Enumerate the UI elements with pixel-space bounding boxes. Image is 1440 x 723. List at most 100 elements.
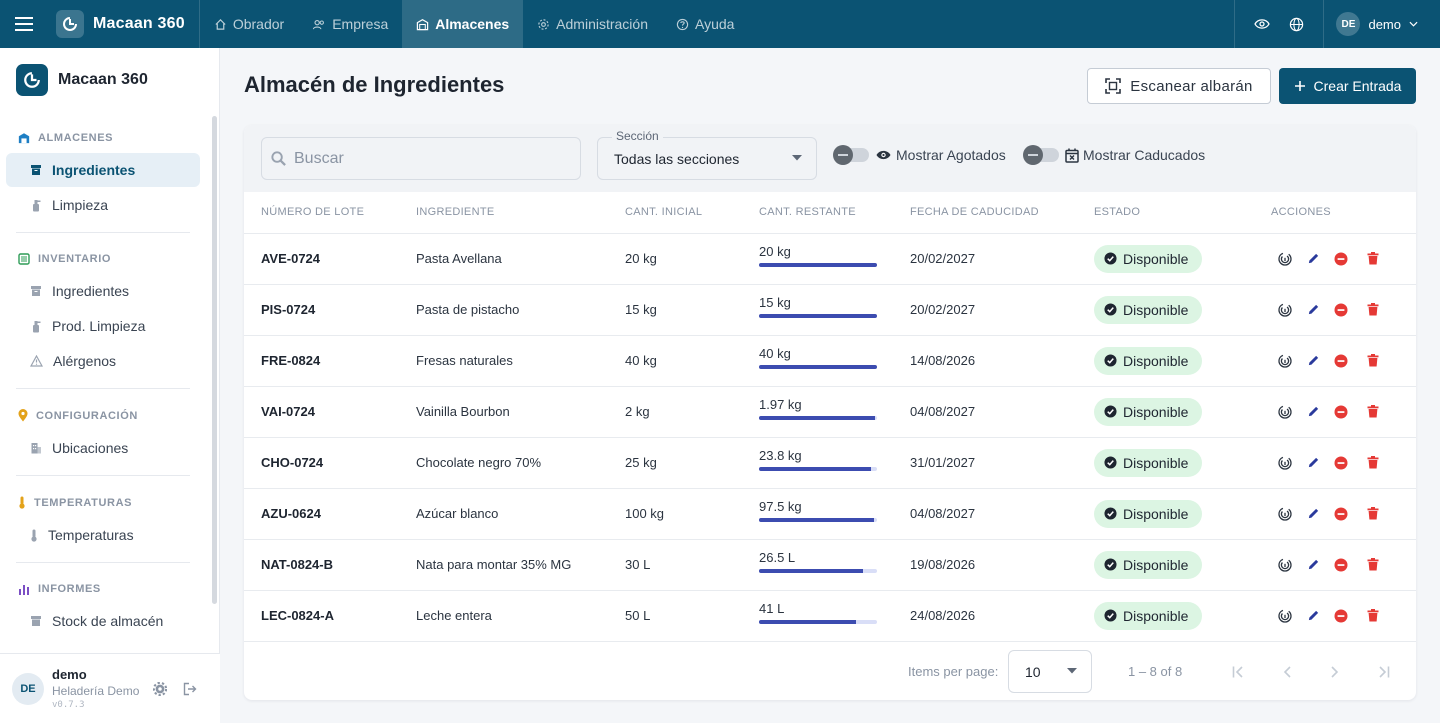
sidebar-brand-name: Macaan 360 <box>58 71 148 88</box>
column-header-remaining-qty[interactable]: CANT. RESTANTE <box>742 192 893 234</box>
out-of-stock-switch[interactable] <box>833 145 869 165</box>
first-page-button[interactable] <box>1225 658 1253 686</box>
user-menu[interactable]: DE demo <box>1323 0 1440 48</box>
first-page-icon <box>1232 666 1243 678</box>
search-box[interactable] <box>261 137 581 180</box>
mark-depleted-button[interactable] <box>1327 449 1355 477</box>
traceability-button[interactable] <box>1271 602 1299 630</box>
mark-depleted-button[interactable] <box>1327 500 1355 528</box>
sidebar-item-alergenos[interactable]: Alérgenos <box>6 344 200 378</box>
status-badge: Disponible <box>1094 448 1203 477</box>
edit-button[interactable] <box>1299 551 1327 579</box>
column-header-actions: ACCIONES <box>1254 192 1416 234</box>
globe-icon[interactable] <box>1279 7 1313 41</box>
menu-icon[interactable] <box>0 0 48 48</box>
nav-obrador[interactable]: Obrador <box>200 0 298 48</box>
edit-button[interactable] <box>1299 398 1327 426</box>
sidebar-item-ingredientes[interactable]: Ingredientes <box>6 153 200 187</box>
edit-button[interactable] <box>1299 602 1327 630</box>
delete-button[interactable] <box>1359 449 1387 477</box>
nav-administracion[interactable]: Administración <box>523 0 662 48</box>
table-row[interactable]: CHO-0724 Chocolate negro 70% 25 kg 23.8 kg 3… <box>244 437 1416 489</box>
search-input[interactable] <box>294 149 564 168</box>
last-page-button[interactable] <box>1369 658 1397 686</box>
traceability-button[interactable] <box>1271 398 1299 426</box>
logout-icon[interactable] <box>176 675 204 703</box>
column-header-expiry[interactable]: FECHA DE CADUCIDAD <box>893 192 1077 234</box>
settings-gear-icon[interactable] <box>146 675 174 703</box>
page-size-select[interactable]: 10 <box>1008 650 1092 693</box>
edit-button[interactable] <box>1299 347 1327 375</box>
toggle-show-expired: Mostrar Caducados <box>1023 145 1205 165</box>
edit-button[interactable] <box>1299 296 1327 324</box>
nav-almacenes[interactable]: Almacenes <box>402 0 524 48</box>
mark-depleted-button[interactable] <box>1327 602 1355 630</box>
check-circle-icon <box>1104 252 1117 265</box>
delete-button[interactable] <box>1359 551 1387 579</box>
expired-switch[interactable] <box>1023 145 1059 165</box>
column-header-status[interactable]: ESTADO <box>1077 192 1254 234</box>
mark-depleted-button[interactable] <box>1327 551 1355 579</box>
traceability-button[interactable] <box>1271 551 1299 579</box>
column-header-initial-qty[interactable]: CANT. INICIAL <box>608 192 742 234</box>
traceability-button[interactable] <box>1271 449 1299 477</box>
table-row[interactable]: FRE-0824 Fresas naturales 40 kg 40 kg 14/08/… <box>244 335 1416 387</box>
trash-icon <box>1367 354 1379 367</box>
remaining-quantity-text: 23.8 kg <box>759 448 802 463</box>
table-row[interactable]: PIS-0724 Pasta de pistacho 15 kg 15 kg 20/02… <box>244 284 1416 336</box>
search-icon <box>271 151 286 166</box>
delete-button[interactable] <box>1359 245 1387 273</box>
nav-ayuda[interactable]: Ayuda <box>662 0 748 48</box>
previous-page-button[interactable] <box>1273 658 1301 686</box>
sidebar-item-prod-limpieza[interactable]: Prod. Limpieza <box>6 309 200 343</box>
mark-depleted-button[interactable] <box>1327 296 1355 324</box>
sidebar-brand[interactable]: Macaan 360 <box>0 48 219 112</box>
delete-button[interactable] <box>1359 347 1387 375</box>
nav-empresa[interactable]: Empresa <box>298 0 402 48</box>
sidebar-item-temperaturas[interactable]: Temperaturas <box>6 518 200 552</box>
traceability-button[interactable] <box>1271 296 1299 324</box>
delete-button[interactable] <box>1359 602 1387 630</box>
traceability-button[interactable] <box>1271 347 1299 375</box>
app-logo-icon <box>16 64 48 96</box>
bar-chart-icon <box>19 584 29 595</box>
table-row[interactable]: AZU-0624 Azúcar blanco 100 kg 97.5 kg 04/08/… <box>244 488 1416 540</box>
sidebar-item-limpieza[interactable]: Limpieza <box>6 188 200 222</box>
mark-depleted-button[interactable] <box>1327 398 1355 426</box>
table-row[interactable]: AVE-0724 Pasta Avellana 20 kg 20 kg 20/02/20… <box>244 233 1416 285</box>
mark-depleted-button[interactable] <box>1327 245 1355 273</box>
topbar-brand-name: Macaan 360 <box>93 15 185 32</box>
next-page-button[interactable] <box>1321 658 1349 686</box>
scan-delivery-note-button[interactable]: Escanear albarán <box>1087 68 1271 104</box>
column-header-lot[interactable]: NÚMERO DE LOTE <box>244 192 399 234</box>
topbar-brand[interactable]: Macaan 360 <box>48 0 200 48</box>
delete-button[interactable] <box>1359 398 1387 426</box>
delete-button[interactable] <box>1359 500 1387 528</box>
sidebar-item-stock-almacen[interactable]: Stock de almacén <box>6 604 200 638</box>
eye-icon[interactable] <box>1245 7 1279 41</box>
sidebar-menu[interactable]: ALMACENES Ingredientes Limpieza INVENTAR… <box>0 112 212 653</box>
main-nav: Obrador Empresa Almacenes Administración… <box>200 0 749 48</box>
delete-button[interactable] <box>1359 296 1387 324</box>
table-row[interactable]: VAI-0724 Vainilla Bourbon 2 kg 1.97 kg 04/08… <box>244 386 1416 438</box>
edit-button[interactable] <box>1299 500 1327 528</box>
remaining-quantity-text: 15 kg <box>759 295 791 310</box>
remaining-progress-bar <box>759 314 877 318</box>
traceability-button[interactable] <box>1271 500 1299 528</box>
expiry-date: 04/08/2027 <box>893 386 1077 438</box>
edit-button[interactable] <box>1299 245 1327 273</box>
mark-depleted-button[interactable] <box>1327 347 1355 375</box>
page-size-value: 10 <box>1025 663 1041 680</box>
edit-button[interactable] <box>1299 449 1327 477</box>
table-row[interactable]: NAT-0824-B Nata para montar 35% MG 30 L 26.… <box>244 539 1416 591</box>
lot-number: CHO-0724 <box>244 437 399 489</box>
column-header-ingredient[interactable]: INGREDIENTE <box>399 192 608 234</box>
table-row[interactable]: LEC-0824-A Leche entera 50 L 41 L 24/08/2026… <box>244 590 1416 642</box>
status-label: Disponible <box>1123 556 1189 573</box>
section-select[interactable]: Sección Todas las secciones <box>597 129 817 180</box>
sidebar-item-inventario-ingredientes[interactable]: Ingredientes <box>6 274 200 308</box>
sidebar-item-ubicaciones[interactable]: Ubicaciones <box>6 431 200 465</box>
create-entry-button[interactable]: Crear Entrada <box>1279 68 1416 104</box>
traceability-button[interactable] <box>1271 245 1299 273</box>
sidebar-scrollbar[interactable] <box>212 116 217 604</box>
